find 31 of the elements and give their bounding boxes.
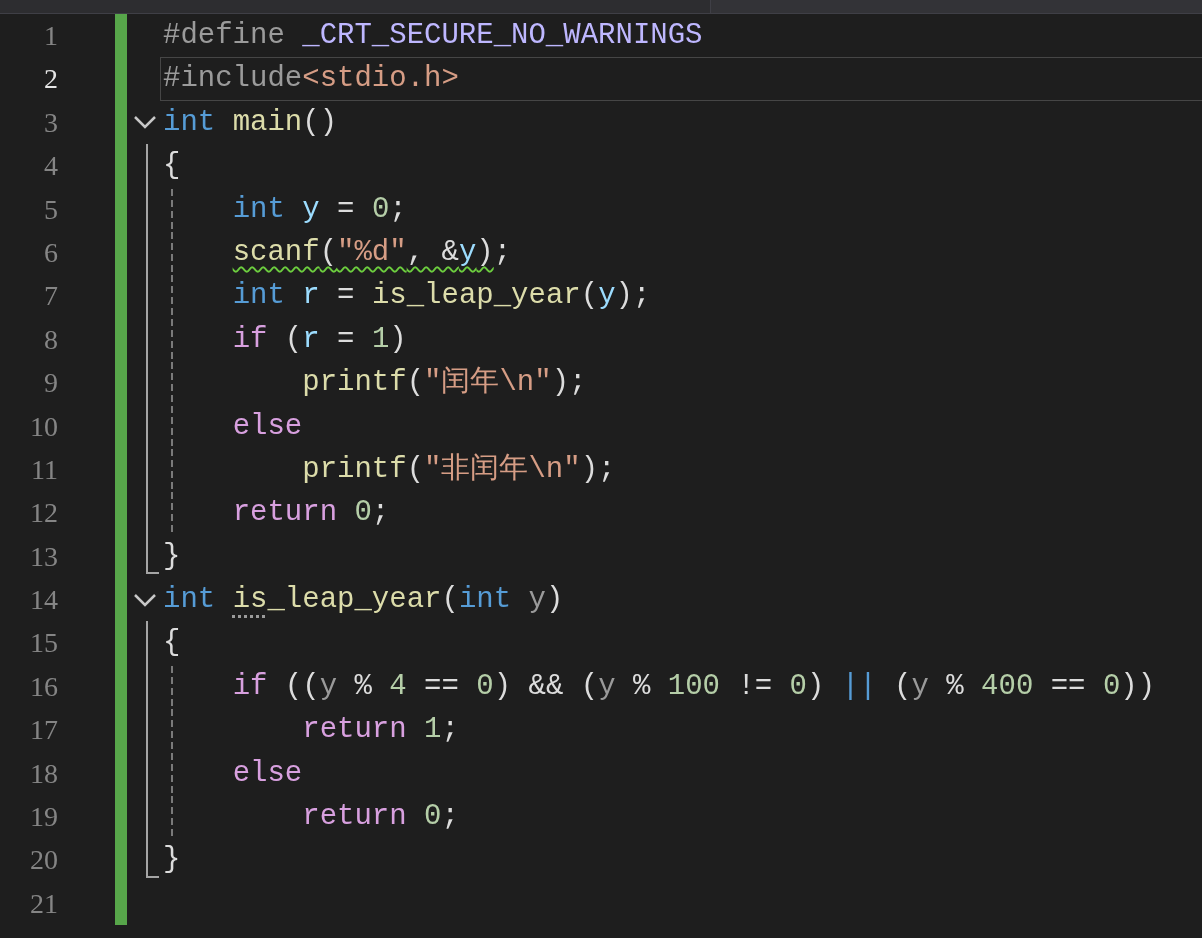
code-line: int is_leap_year(int y) bbox=[162, 582, 565, 619]
line-number: 1 bbox=[43, 19, 59, 53]
line-number: 13 bbox=[29, 539, 59, 574]
line-number: 18 bbox=[29, 756, 59, 791]
code-line: #define _CRT_SECURE_NO_WARNINGS bbox=[162, 18, 704, 54]
collapse-icon[interactable] bbox=[133, 592, 157, 607]
line-number: 14 bbox=[29, 583, 59, 618]
line-number: 19 bbox=[29, 800, 59, 835]
line-number: 7 bbox=[43, 279, 59, 314]
line-number: 20 bbox=[29, 843, 59, 878]
line-number: 17 bbox=[29, 713, 59, 748]
line-number: 8 bbox=[43, 322, 59, 357]
line-number: 4 bbox=[43, 149, 59, 184]
line-number: 6 bbox=[43, 235, 59, 270]
code-line: int main() bbox=[162, 104, 339, 141]
current-line-highlight: #include<stdio.h> bbox=[160, 57, 1202, 101]
line-number: 3 bbox=[43, 105, 59, 140]
line-number: 12 bbox=[29, 496, 59, 531]
code-line: } bbox=[162, 842, 182, 879]
code-line: { bbox=[162, 625, 182, 662]
collapse-icon[interactable] bbox=[133, 115, 157, 130]
line-number: 15 bbox=[29, 626, 59, 661]
line-number: 10 bbox=[29, 409, 59, 444]
line-number: 16 bbox=[29, 669, 59, 704]
line-number: 21 bbox=[29, 886, 59, 921]
line-number: 11 bbox=[30, 452, 59, 487]
line-number: 2 bbox=[43, 62, 59, 97]
line-number: 9 bbox=[43, 366, 59, 401]
code-line: { bbox=[162, 148, 182, 185]
code-line: } bbox=[162, 538, 182, 575]
line-number: 5 bbox=[43, 192, 59, 227]
